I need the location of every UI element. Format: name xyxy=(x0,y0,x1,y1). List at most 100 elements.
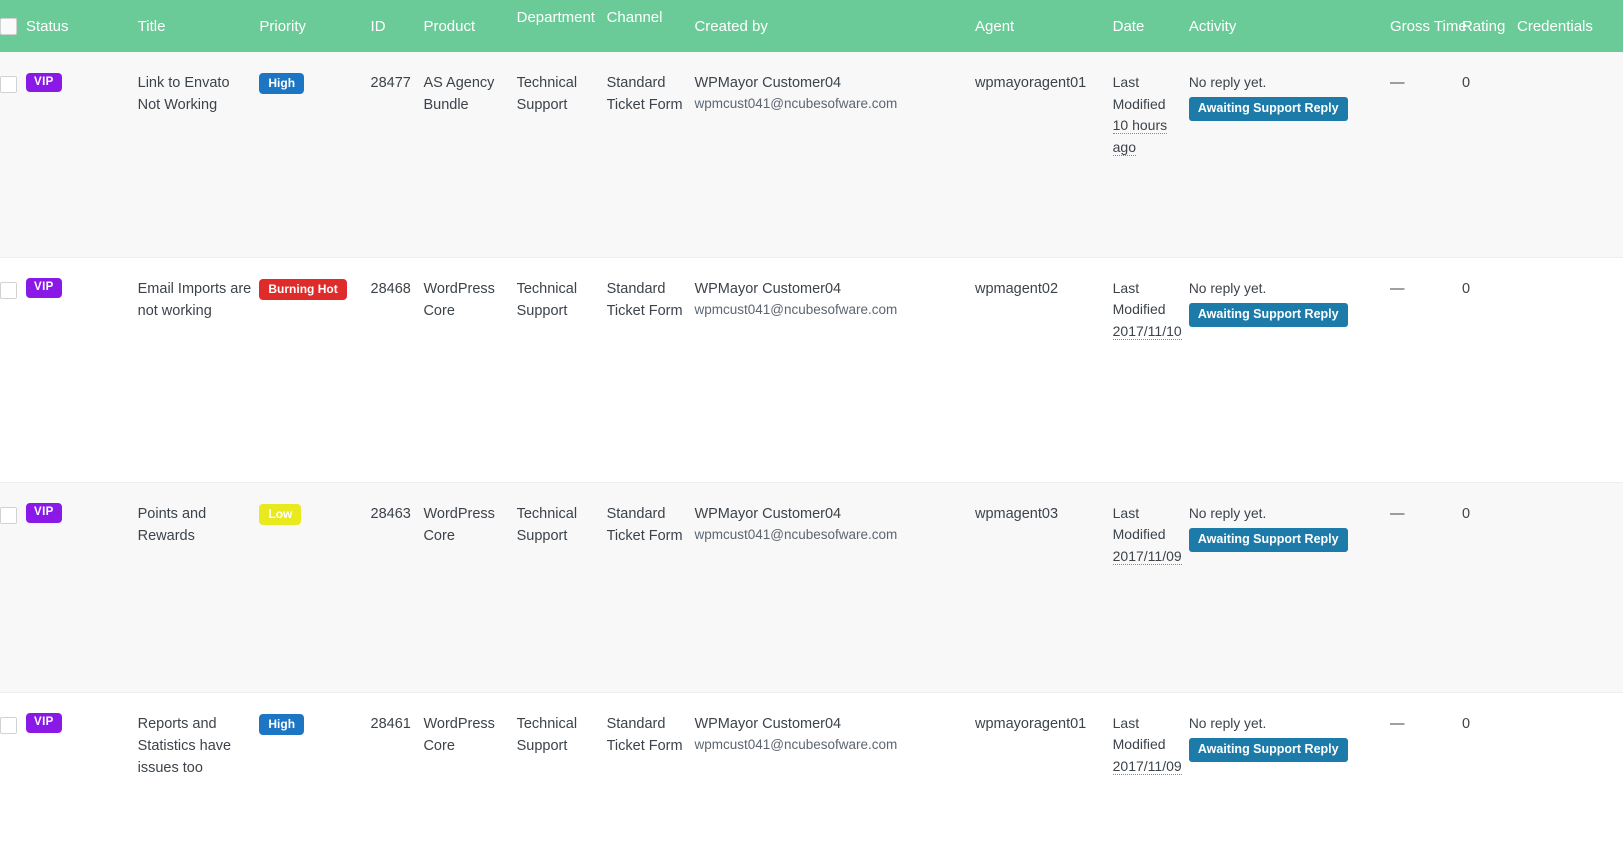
column-header-title[interactable]: Title xyxy=(138,0,260,52)
priority-badge: High xyxy=(259,714,304,735)
column-header-channel[interactable]: Channel xyxy=(607,0,695,52)
activity-status-badge[interactable]: Awaiting Support Reply xyxy=(1189,528,1348,552)
cell-credentials xyxy=(1517,692,1623,837)
row-select-checkbox[interactable] xyxy=(0,717,17,734)
rating-value: 0 xyxy=(1462,281,1470,297)
column-header-id[interactable]: ID xyxy=(371,0,424,52)
date-value: 2017/11/10 xyxy=(1113,323,1182,340)
cell-gross-time: — xyxy=(1390,257,1462,482)
cell-product: WordPress Core xyxy=(423,257,516,482)
column-header-priority[interactable]: Priority xyxy=(259,0,370,52)
cell-agent: wpmagent03 xyxy=(975,482,1113,692)
table-body: VIP Link to Envato Not Working High 28477 AS… xyxy=(0,52,1623,837)
date-prefix: Last Modified xyxy=(1113,278,1183,321)
cell-product-value: WordPress Core xyxy=(423,716,494,754)
agent-name: wpmayoragent01 xyxy=(975,75,1086,91)
cell-rating: 0 xyxy=(1462,482,1517,692)
gross-time-value: — xyxy=(1390,281,1405,297)
column-header-rating[interactable]: Rating xyxy=(1462,0,1517,52)
cell-id: 28463 xyxy=(371,482,424,692)
column-header-label: Priority xyxy=(259,18,306,35)
column-header-date[interactable]: Date xyxy=(1113,0,1189,52)
customer-email: wpmcust041@ncubesofware.com xyxy=(694,300,969,321)
date-prefix: Last Modified xyxy=(1113,713,1183,756)
cell-agent: wpmagent02 xyxy=(975,257,1113,482)
cell-product-value: WordPress Core xyxy=(423,506,494,544)
cell-department-value: Technical Support xyxy=(517,716,577,754)
cell-id-value: 28468 xyxy=(371,281,411,297)
cell-created-by: WPMayor Customer04wpmcust041@ncubesofwar… xyxy=(694,257,975,482)
column-header-gross_time[interactable]: Gross Time xyxy=(1390,0,1462,52)
column-header-label: Channel xyxy=(607,9,663,26)
cell-gross-time: — xyxy=(1390,692,1462,837)
activity-status-badge[interactable]: Awaiting Support Reply xyxy=(1189,303,1348,327)
priority-badge: High xyxy=(259,73,304,94)
cell-department-value: Technical Support xyxy=(517,281,577,319)
table-header: StatusTitle Priority IDProductDepartmentCh… xyxy=(0,0,1623,52)
date-value: 10 hours ago xyxy=(1113,117,1167,156)
cell-status: VIP xyxy=(0,52,138,257)
ticket-title-link[interactable]: Reports and Statistics have issues too xyxy=(138,716,232,777)
cell-channel-value: Standard Ticket Form xyxy=(607,506,683,544)
activity-status-badge[interactable]: Awaiting Support Reply xyxy=(1189,738,1348,762)
ticket-title-link[interactable]: Points and Rewards xyxy=(138,506,207,544)
customer-name: WPMayor Customer04 xyxy=(694,72,969,94)
cell-product-value: WordPress Core xyxy=(423,281,494,319)
activity-status-badge[interactable]: Awaiting Support Reply xyxy=(1189,97,1348,121)
cell-status: VIP xyxy=(0,257,138,482)
cell-department: Technical Support xyxy=(517,482,607,692)
column-header-label: Date xyxy=(1113,18,1145,35)
column-header-activity[interactable]: Activity xyxy=(1189,0,1390,52)
column-header-status[interactable]: Status xyxy=(0,0,138,52)
cell-channel: Standard Ticket Form xyxy=(607,692,695,837)
column-header-label: Credentials xyxy=(1517,18,1593,35)
column-header-label: Created by xyxy=(694,18,767,35)
column-header-credentials[interactable]: Credentials xyxy=(1517,0,1623,52)
cell-agent: wpmayoragent01 xyxy=(975,692,1113,837)
cell-credentials xyxy=(1517,257,1623,482)
cell-id-value: 28477 xyxy=(371,75,411,91)
column-header-agent[interactable]: Agent xyxy=(975,0,1113,52)
column-header-label: Gross Time xyxy=(1390,18,1467,35)
cell-id-value: 28461 xyxy=(371,716,411,732)
table-row[interactable]: VIP Reports and Statistics have issues to… xyxy=(0,692,1623,837)
priority-badge: Low xyxy=(259,504,301,525)
column-header-department[interactable]: Department xyxy=(517,0,607,52)
column-header-label: Title xyxy=(138,18,166,35)
cell-channel-value: Standard Ticket Form xyxy=(607,281,683,319)
ticket-title-link[interactable]: Link to Envato Not Working xyxy=(138,75,230,113)
activity-note: No reply yet. xyxy=(1189,278,1384,299)
table-row[interactable]: VIP Link to Envato Not Working High 28477 AS… xyxy=(0,52,1623,257)
cell-product-value: AS Agency Bundle xyxy=(423,75,494,113)
row-select-checkbox[interactable] xyxy=(0,76,17,93)
table-row[interactable]: VIPEmail Imports are not workingBurning … xyxy=(0,257,1623,482)
date-prefix: Last Modified xyxy=(1113,503,1183,546)
table-row[interactable]: VIPPoints and Rewards Low 28463 WordPress C… xyxy=(0,482,1623,692)
gross-time-value: — xyxy=(1390,506,1405,522)
column-header-created_by[interactable]: Created by xyxy=(694,0,975,52)
vip-badge: VIP xyxy=(26,713,62,733)
cell-id-value: 28463 xyxy=(371,506,411,522)
gross-time-value: — xyxy=(1390,75,1405,91)
vip-badge: VIP xyxy=(26,73,62,93)
cell-activity: No reply yet.Awaiting Support Reply xyxy=(1189,692,1390,837)
cell-id: 28461 xyxy=(371,692,424,837)
customer-name: WPMayor Customer04 xyxy=(694,503,969,525)
cell-created-by: WPMayor Customer04wpmcust041@ncubesofwar… xyxy=(694,52,975,257)
cell-rating: 0 xyxy=(1462,257,1517,482)
cell-channel-value: Standard Ticket Form xyxy=(607,75,683,113)
row-select-checkbox[interactable] xyxy=(0,507,17,524)
cell-priority: Low xyxy=(259,482,370,692)
cell-rating: 0 xyxy=(1462,692,1517,837)
row-select-checkbox[interactable] xyxy=(0,282,17,299)
agent-name: wpmayoragent01 xyxy=(975,716,1086,732)
cell-activity: No reply yet.Awaiting Support Reply xyxy=(1189,482,1390,692)
cell-department: Technical Support xyxy=(517,52,607,257)
cell-status: VIP xyxy=(0,482,138,692)
column-header-product[interactable]: Product xyxy=(423,0,516,52)
cell-date: Last Modified10 hours ago xyxy=(1113,52,1189,257)
select-all-checkbox[interactable] xyxy=(0,18,17,35)
cell-id: 28477 xyxy=(371,52,424,257)
gross-time-value: — xyxy=(1390,716,1405,732)
ticket-title-link[interactable]: Email Imports are not working xyxy=(138,281,252,319)
